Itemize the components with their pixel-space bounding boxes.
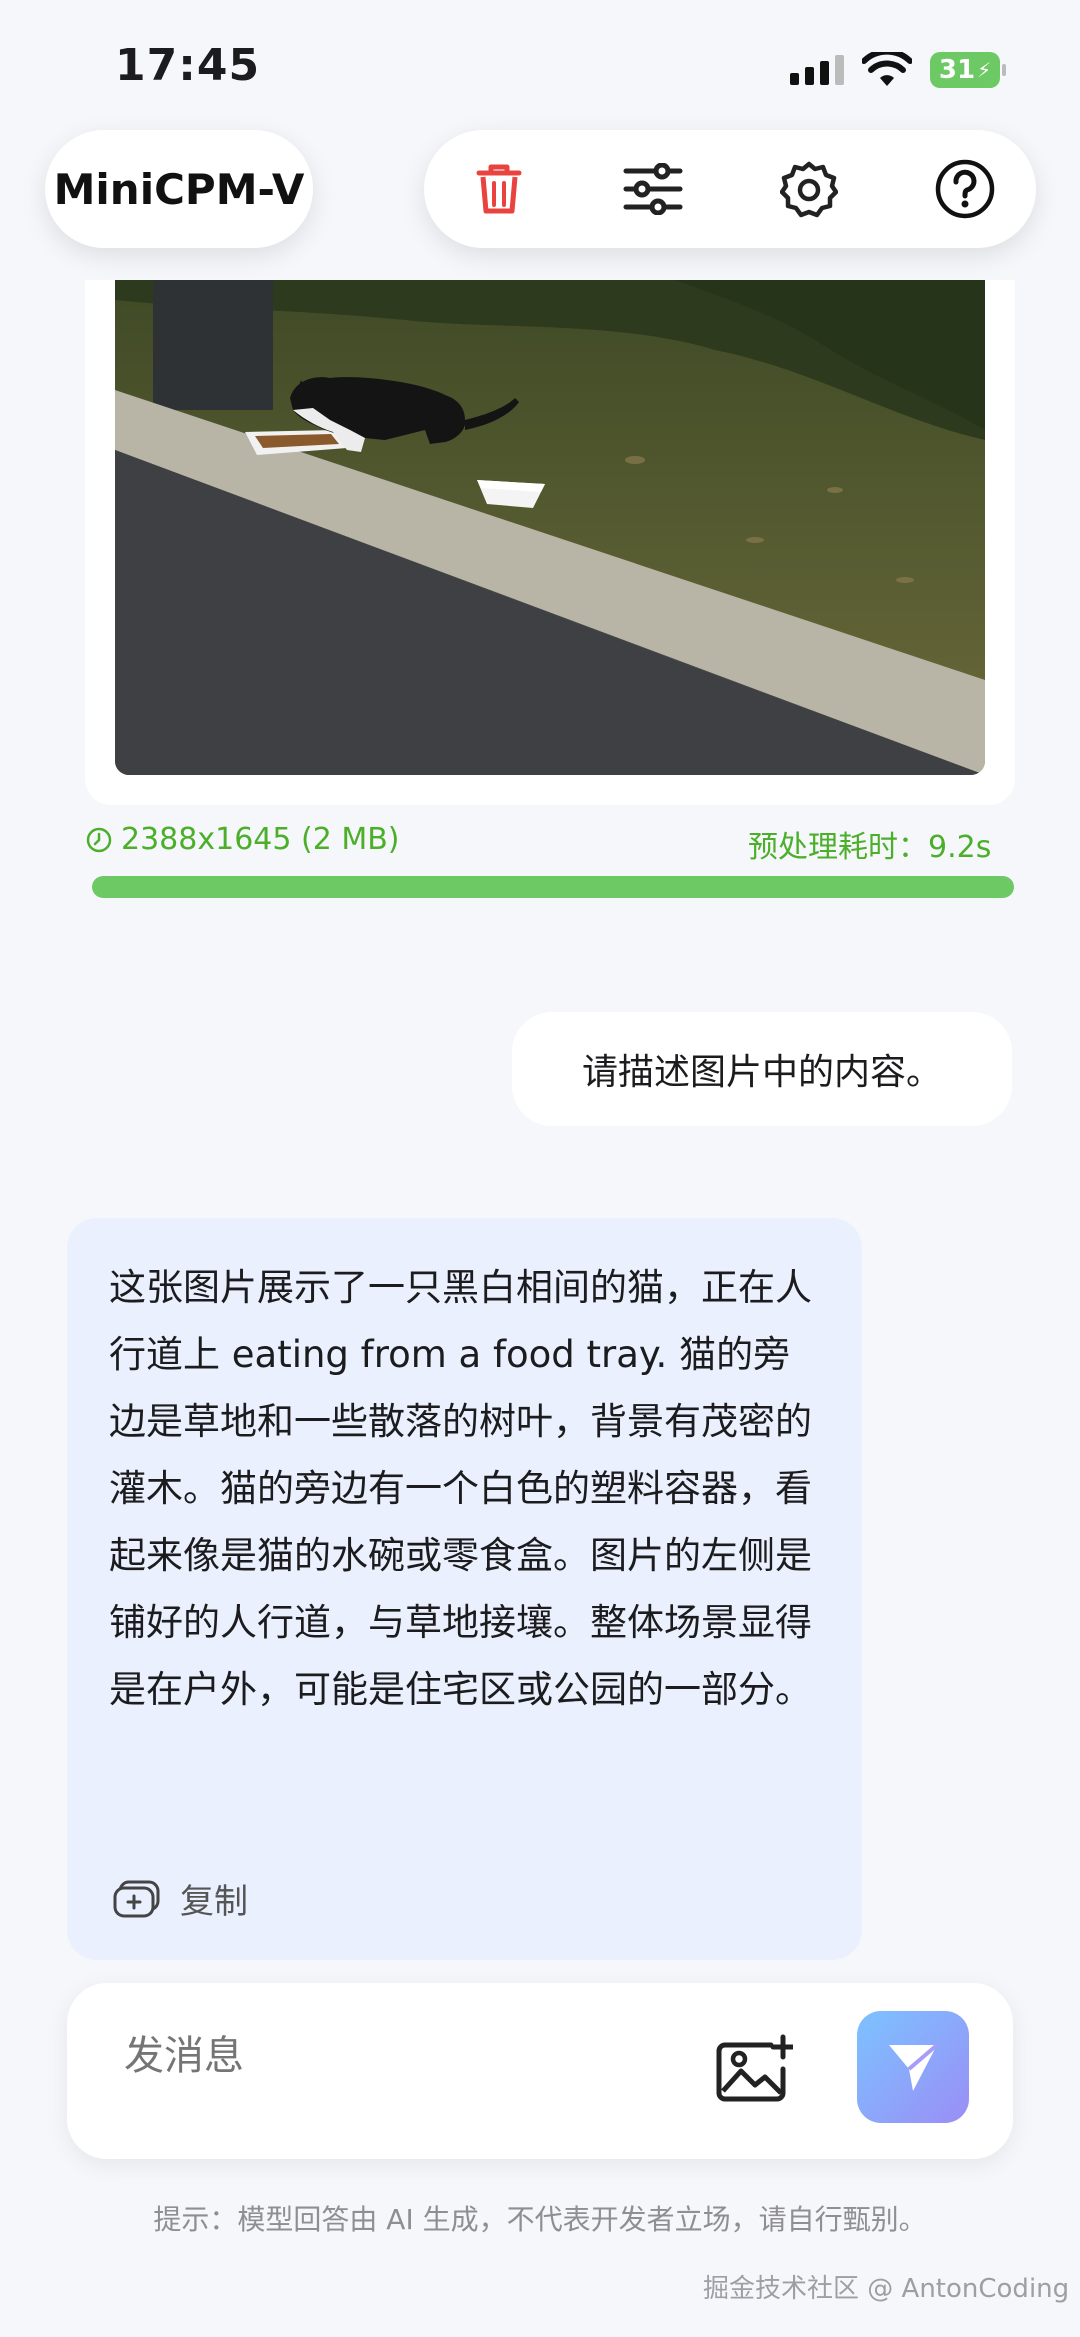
status-time: 17:45: [115, 40, 261, 91]
preprocess-progress-bar: [92, 876, 1014, 898]
wifi-icon: [861, 48, 913, 92]
user-message: 请描述图片中的内容。: [512, 1012, 1012, 1126]
cellular-signal-icon: [790, 55, 844, 85]
progress-fill: [92, 876, 1014, 898]
send-icon: [889, 2043, 939, 2091]
add-image-icon[interactable]: [715, 2033, 796, 2107]
toolbar: [424, 130, 1036, 248]
clock-icon: [86, 827, 112, 852]
send-button[interactable]: [857, 2011, 969, 2123]
help-icon[interactable]: [930, 154, 1000, 224]
assistant-message-text: 这张图片展示了一只黑白相间的猫，正在人行道上 eating from a foo…: [109, 1266, 812, 1711]
battery-icon: 31 ⚡: [930, 52, 1000, 88]
image-dimensions: 2388x1645 (2 MB): [121, 822, 400, 857]
sliders-icon[interactable]: [618, 154, 688, 224]
message-input[interactable]: [122, 2033, 641, 2080]
watermark: 掘金技术社区 @ AntonCoding: [703, 2274, 1070, 2304]
trash-icon[interactable]: [464, 154, 534, 224]
gear-icon[interactable]: [774, 154, 844, 224]
copy-icon: [113, 1880, 160, 1917]
battery-tip: [1002, 64, 1006, 76]
copy-button[interactable]: 复制: [112, 1874, 248, 1923]
user-message-text: 请描述图片中的内容。: [581, 1052, 942, 1093]
preprocess-time: 预处理耗时：9.2s: [748, 830, 992, 865]
image-size-info: 2388x1645 (2 MB): [85, 822, 399, 857]
app-title[interactable]: MiniCPM-V: [45, 130, 313, 248]
disclaimer: 提示：模型回答由 AI 生成，不代表开发者立场，请自行甄别。: [153, 2203, 927, 2236]
uploaded-photo[interactable]: [115, 280, 985, 775]
message-composer: [67, 1983, 1013, 2159]
assistant-message: 这张图片展示了一只黑白相间的猫，正在人行道上 eating from a foo…: [67, 1218, 862, 1960]
copy-label: 复制: [180, 1882, 248, 1922]
battery-level: 31: [938, 55, 976, 85]
